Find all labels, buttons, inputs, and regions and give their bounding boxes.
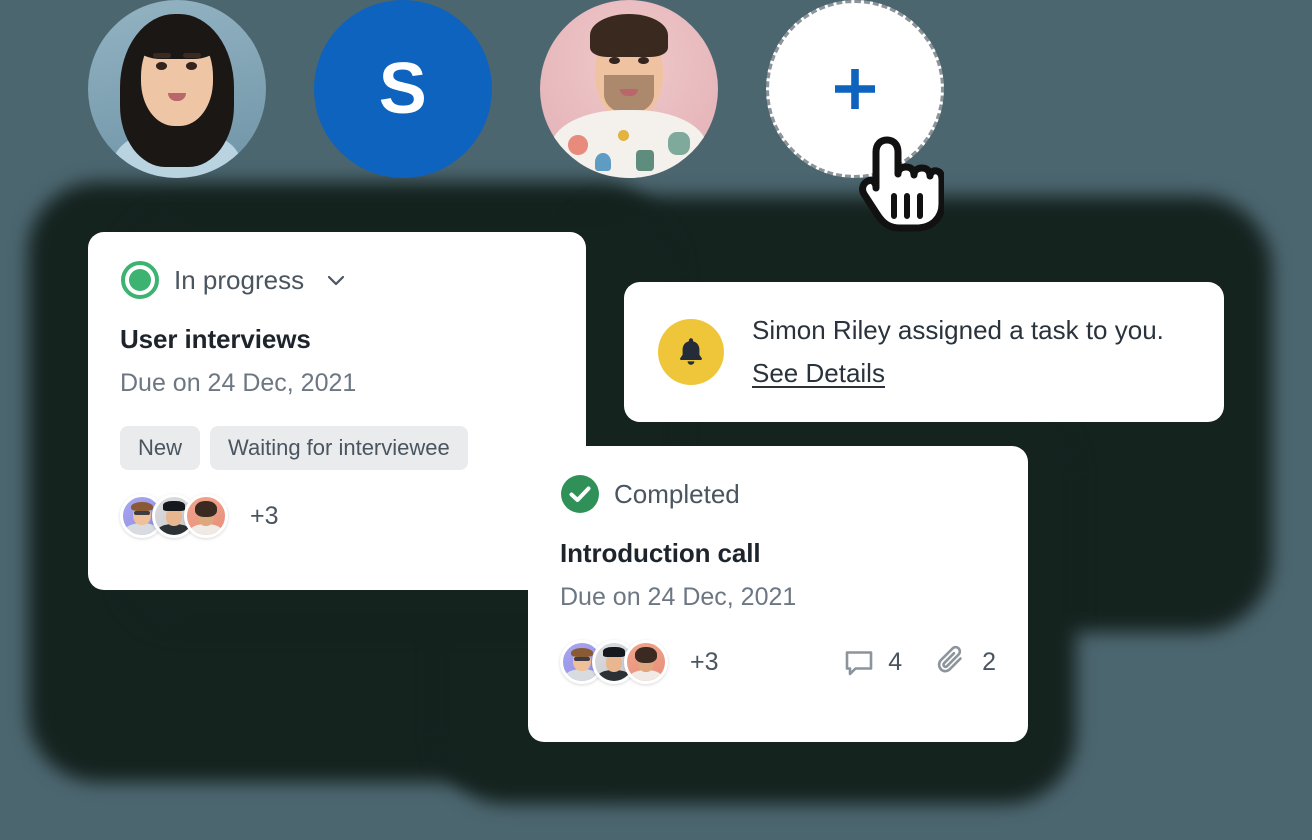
person-photo-icon: [540, 0, 718, 178]
bell-icon: [680, 338, 702, 365]
assignee-overflow-count: +3: [250, 501, 279, 530]
comment-count-value: 4: [888, 647, 903, 676]
avatar-initials-s[interactable]: S: [314, 0, 492, 178]
plus-icon: [835, 69, 875, 109]
status-selector[interactable]: In progress: [120, 260, 554, 300]
task-tag-list: New Waiting for interviewee: [120, 426, 554, 470]
task-tag[interactable]: New: [120, 426, 201, 470]
team-avatar-stack: S: [88, 0, 944, 178]
avatar-initials-label: S: [378, 49, 428, 129]
task-cards-scene: S In progress User interviews Due on 24 …: [0, 0, 1312, 840]
assignee-avatar-stack[interactable]: [560, 640, 668, 684]
status-indicator-completed[interactable]: Completed: [560, 474, 996, 514]
assignee-avatar-stack[interactable]: [120, 494, 228, 538]
assignee-overflow-count: +3: [690, 647, 719, 676]
status-label: Completed: [614, 478, 740, 509]
avatar-woman-bob[interactable]: [184, 494, 228, 538]
task-card-completed[interactable]: Completed Introduction call Due on 24 De…: [528, 446, 1028, 742]
check-circle-icon: [561, 475, 599, 513]
avatar-woman-dark-hair[interactable]: [88, 0, 266, 178]
see-details-link[interactable]: See Details: [752, 358, 885, 388]
add-member-button[interactable]: [766, 0, 944, 178]
status-label: In progress: [174, 264, 305, 295]
avatar-man-patterned-hoodie[interactable]: [540, 0, 718, 178]
person-photo-icon: [88, 0, 266, 178]
task-tag[interactable]: Waiting for interviewee: [210, 426, 468, 470]
task-counts: 4 2: [842, 645, 996, 679]
task-card-in-progress[interactable]: In progress User interviews Due on 24 De…: [88, 232, 586, 590]
task-due-date: Due on 24 Dec, 2021: [560, 583, 797, 611]
notification-message: Simon Riley assigned a task to you. See …: [752, 309, 1190, 395]
task-meta-row: +3 4 2: [560, 640, 996, 684]
comment-count[interactable]: 4: [842, 645, 902, 679]
attachment-icon: [937, 645, 962, 673]
comment-icon: [845, 651, 873, 676]
task-title: Introduction call: [560, 538, 761, 568]
task-meta-row: +3: [120, 494, 554, 538]
attachment-count[interactable]: 2: [936, 645, 996, 679]
attachment-count-value: 2: [982, 647, 996, 676]
task-due-date: Due on 24 Dec, 2021: [120, 369, 357, 397]
chevron-down-icon[interactable]: [324, 268, 348, 292]
notification-message-text: Simon Riley assigned a task to you.: [752, 315, 1164, 346]
pie-progress-icon: [121, 261, 159, 299]
task-title: User interviews: [120, 324, 311, 354]
notification-card[interactable]: Simon Riley assigned a task to you. See …: [624, 282, 1224, 422]
avatar-woman-bob[interactable]: [624, 640, 668, 684]
notification-badge: [658, 319, 724, 385]
